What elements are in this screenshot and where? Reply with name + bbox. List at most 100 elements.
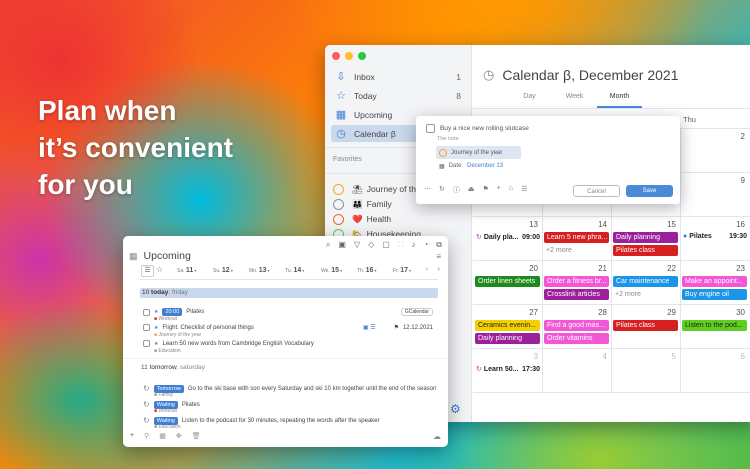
- day-cell[interactable]: 23 Make an appoint... Buy engine oil: [680, 260, 749, 304]
- favorite-health[interactable]: ❤️ Health: [333, 212, 391, 226]
- more-icon[interactable]: ⋯: [424, 185, 431, 195]
- zoom-button[interactable]: [358, 52, 366, 60]
- task-row[interactable]: ★ 20:00 Pilates GCalendar: [143, 308, 433, 316]
- trash-icon[interactable]: 🗑: [192, 432, 201, 440]
- day-cell[interactable]: 4: [542, 348, 611, 392]
- day-cell[interactable]: 30 Listen to the pod...: [680, 304, 749, 348]
- task-checkbox[interactable]: [143, 308, 150, 316]
- task-checkbox[interactable]: [143, 324, 150, 331]
- settings-gear-icon[interactable]: ⚙: [450, 402, 461, 416]
- more-events-link[interactable]: +2 more: [615, 291, 641, 298]
- day-cell[interactable]: 29 Pilates class: [611, 304, 680, 348]
- inbox-icon[interactable]: ▢: [382, 240, 390, 250]
- star-icon[interactable]: ☆: [156, 265, 163, 274]
- calendar-icon[interactable]: ▣: [338, 240, 346, 250]
- date-strip-day[interactable]: Sa. 11 ▾: [177, 267, 213, 274]
- add-icon[interactable]: +: [130, 432, 134, 440]
- calendar-event[interactable]: ↻ Learn 50... 17:30: [476, 365, 540, 374]
- focus-icon[interactable]: ⛶: [398, 240, 404, 250]
- move-icon[interactable]: ⏏: [468, 185, 475, 195]
- task-checkbox[interactable]: [426, 124, 435, 133]
- tab-day[interactable]: Day: [507, 93, 552, 108]
- priority-icon[interactable]: ⓘ: [453, 185, 460, 195]
- day-cell[interactable]: 16 ● Pilates 19:30: [680, 216, 749, 260]
- calendar-event[interactable]: Order a fitness br...: [544, 276, 609, 287]
- tag-icon[interactable]: ◇: [368, 240, 374, 250]
- day-cell[interactable]: 9: [680, 172, 749, 216]
- calendar-event[interactable]: Order vitamins: [544, 333, 609, 344]
- day-cell[interactable]: 3 ↻ Learn 50... 17:30: [473, 348, 542, 392]
- calendar-event[interactable]: ↻ Daily pla... 09:00: [476, 233, 540, 242]
- tab-week[interactable]: Week: [552, 93, 597, 108]
- date-value[interactable]: December 13: [467, 163, 503, 170]
- calendar-event[interactable]: Listen to the pod...: [682, 320, 747, 331]
- next-week-icon[interactable]: ›: [438, 266, 440, 273]
- day-cell[interactable]: 14 Learn 5 new phra... +2 more: [542, 216, 611, 260]
- location-icon[interactable]: ⚲: [144, 432, 149, 440]
- day-cell[interactable]: 22 Car maintenance +2 more: [611, 260, 680, 304]
- project-chip[interactable]: Journey of the year: [436, 146, 521, 159]
- timer-icon[interactable]: ◔: [423, 240, 428, 250]
- date-strip-day[interactable]: Tu. 14 ▾: [285, 267, 321, 274]
- calendar-event[interactable]: Make an appoint...: [682, 276, 747, 287]
- minimize-button[interactable]: [345, 52, 353, 60]
- filter-icon[interactable]: ▽: [354, 240, 360, 250]
- calendar-event[interactable]: Pilates class: [613, 320, 678, 331]
- task-row[interactable]: ★ Flight. Checklist of personal things ▣ ☰…: [143, 324, 433, 331]
- day-cell[interactable]: 2: [680, 128, 749, 172]
- date-row[interactable]: ▦ Date: December 13: [439, 163, 503, 170]
- note-input[interactable]: The note: [437, 136, 459, 142]
- move-icon[interactable]: ✥: [176, 432, 182, 440]
- day-cell[interactable]: 20 Order linen sheets: [473, 260, 542, 304]
- date-strip-day[interactable]: Th. 16 ▾: [357, 267, 393, 274]
- date-strip-day[interactable]: Mo. 13 ▾: [249, 267, 285, 274]
- close-button[interactable]: [332, 52, 340, 60]
- date-strip-day[interactable]: Su. 12 ▾: [213, 267, 249, 274]
- sidebar-item-today[interactable]: ☆ Today 8: [331, 87, 469, 104]
- calendar-event[interactable]: ● Pilates 19:30: [683, 233, 747, 240]
- search-icon[interactable]: ⌕: [326, 240, 330, 250]
- day-cell[interactable]: 5: [611, 348, 680, 392]
- checklist-icon[interactable]: ☰: [521, 185, 527, 195]
- tab-month[interactable]: Month: [597, 93, 642, 108]
- sidebar-item-inbox[interactable]: ⇩ Inbox 1: [331, 68, 469, 85]
- bell-icon[interactable]: ♪: [411, 240, 415, 250]
- repeat-icon[interactable]: ↻: [439, 185, 445, 195]
- calendar-icon[interactable]: ▦: [159, 432, 166, 440]
- date-strip-day[interactable]: Fr. 17 ▾: [393, 267, 429, 274]
- day-cell[interactable]: 6: [680, 348, 749, 392]
- date-strip-day[interactable]: We. 15 ▾: [321, 267, 357, 274]
- save-button[interactable]: Save: [626, 185, 673, 197]
- menu-icon[interactable]: ≡: [436, 252, 441, 261]
- calendar-event[interactable]: Find a good mas...: [544, 320, 609, 331]
- calendar-event[interactable]: Pilates class: [613, 245, 678, 256]
- calendar-event[interactable]: Crosslink articles: [544, 289, 609, 300]
- favorite-family[interactable]: 👨‍👩‍👧 Family: [333, 197, 392, 211]
- task-row[interactable]: ★ Learn 50 new words from Cambridge Engli…: [143, 340, 433, 347]
- calendar-event[interactable]: Daily planning: [613, 232, 678, 243]
- calendar-event[interactable]: Learn 5 new phra...: [544, 232, 609, 243]
- more-events-link[interactable]: +2 more: [546, 247, 572, 254]
- windows-icon[interactable]: ⧉: [436, 240, 442, 250]
- list-view-icon[interactable]: ☰: [141, 265, 154, 277]
- day-cell[interactable]: 27 Ceramics evenin... Daily planning: [473, 304, 542, 348]
- task-checkbox[interactable]: [143, 340, 150, 347]
- prev-week-icon[interactable]: ‹: [426, 266, 428, 273]
- cloud-sync-icon[interactable]: ☁: [433, 432, 441, 441]
- calendar-event[interactable]: Order linen sheets: [475, 276, 540, 287]
- tag-icon[interactable]: ⌂: [509, 185, 513, 195]
- day-cell[interactable]: 15 Daily planning Pilates class: [611, 216, 680, 260]
- day-cell[interactable]: 13 ↻ Daily pla... 09:00: [473, 216, 542, 260]
- calendar-event[interactable]: Ceramics evenin...: [475, 320, 540, 331]
- day-cell[interactable]: 28 Find a good mas... Order vitamins: [542, 304, 611, 348]
- task-title-input[interactable]: Buy a nice new rolling slutcase: [440, 125, 529, 132]
- cancel-button[interactable]: Cancel: [573, 185, 620, 197]
- calendar-event[interactable]: Car maintenance: [613, 276, 678, 287]
- calendar-event[interactable]: Daily planning: [475, 333, 540, 344]
- flag-icon[interactable]: ⚑: [483, 185, 489, 195]
- time-badge: 20:00: [162, 308, 183, 316]
- calendar-event[interactable]: Buy engine oil: [682, 289, 747, 300]
- day-cell[interactable]: 21 Order a fitness br... Crosslink article…: [542, 260, 611, 304]
- task-row[interactable]: ↻ Tomorrow Go to the ski base with son eve…: [143, 384, 436, 393]
- add-icon[interactable]: +: [497, 185, 501, 195]
